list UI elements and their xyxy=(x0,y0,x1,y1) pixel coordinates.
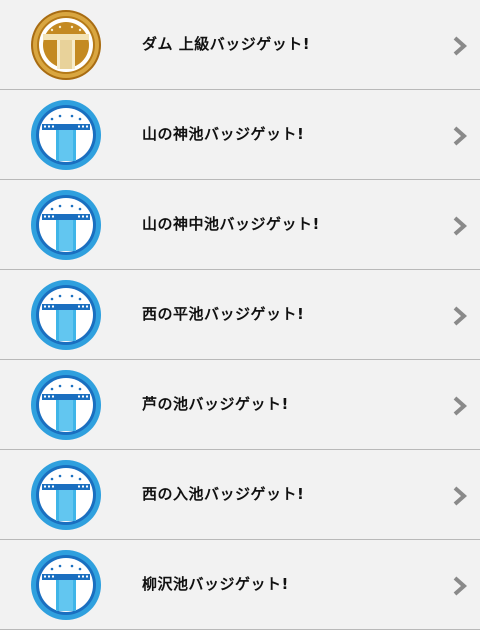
chevron-right-icon xyxy=(452,305,468,327)
chevron-right-icon xyxy=(452,575,468,597)
badge-label: 西の入池バッジゲット! xyxy=(142,485,305,503)
blue-dam-badge-icon xyxy=(30,459,102,531)
chevron-right-icon xyxy=(452,215,468,237)
badge-label: 芦の池バッジゲット! xyxy=(142,395,289,413)
badge-row[interactable]: 山の神中池バッジゲット! xyxy=(0,180,480,270)
badge-list: ダム 上級バッジゲット! 山の神池バッジゲット! 山の神中池バッジゲット! 西の… xyxy=(0,0,480,630)
badge-label: 山の神池バッジゲット! xyxy=(142,125,305,143)
badge-row[interactable]: 柳沢池バッジゲット! xyxy=(0,540,480,630)
blue-dam-badge-icon xyxy=(30,549,102,621)
badge-row[interactable]: 山の神池バッジゲット! xyxy=(0,90,480,180)
chevron-right-icon xyxy=(452,125,468,147)
badge-row[interactable]: 西の入池バッジゲット! xyxy=(0,450,480,540)
chevron-right-icon xyxy=(452,35,468,57)
gold-dam-badge-icon xyxy=(30,9,102,81)
badge-label: 柳沢池バッジゲット! xyxy=(142,575,289,593)
badge-label: 山の神中池バッジゲット! xyxy=(142,215,320,233)
blue-dam-badge-icon xyxy=(30,189,102,261)
badge-row[interactable]: 西の平池バッジゲット! xyxy=(0,270,480,360)
badge-label: 西の平池バッジゲット! xyxy=(142,305,305,323)
blue-dam-badge-icon xyxy=(30,279,102,351)
chevron-right-icon xyxy=(452,485,468,507)
blue-dam-badge-icon xyxy=(30,99,102,171)
chevron-right-icon xyxy=(452,395,468,417)
blue-dam-badge-icon xyxy=(30,369,102,441)
badge-label: ダム 上級バッジゲット! xyxy=(142,35,311,53)
badge-row[interactable]: 芦の池バッジゲット! xyxy=(0,360,480,450)
badge-row[interactable]: ダム 上級バッジゲット! xyxy=(0,0,480,90)
